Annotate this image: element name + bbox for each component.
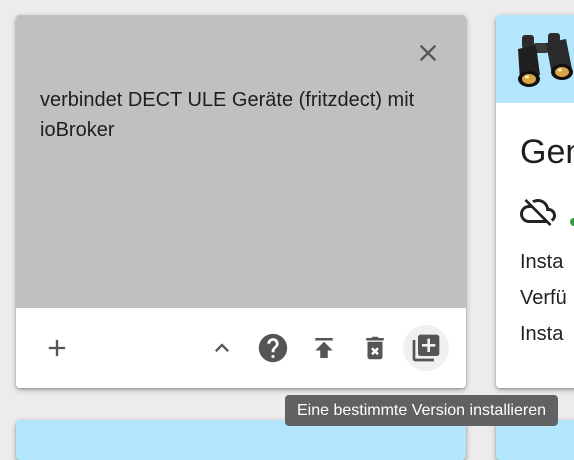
- info-line-available: Verfü: [520, 287, 567, 309]
- close-icon: [419, 44, 437, 62]
- chevron-up-icon: [215, 343, 229, 352]
- delete-icon: [366, 336, 384, 360]
- adapter-title: Gen: [520, 133, 574, 171]
- binoculars-icon: [518, 33, 573, 87]
- cloud-off-icon: [520, 199, 556, 226]
- add-icon: [48, 339, 66, 357]
- help-button[interactable]: [250, 325, 296, 371]
- info-line-installed: Insta: [520, 251, 564, 273]
- upload-icon: [315, 338, 333, 358]
- close-button[interactable]: [408, 35, 448, 71]
- adapter-card-right: Gen Insta Verfü Insta: [496, 15, 574, 388]
- adapter-description: verbindet DECT ULE Geräte (fritzdect) mi…: [40, 89, 415, 141]
- delete-button[interactable]: [352, 325, 398, 371]
- help-icon: [258, 333, 288, 363]
- install-version-button[interactable]: [403, 325, 449, 371]
- card-actions-toolbar: [16, 308, 466, 388]
- adapter-card: verbindet DECT ULE Geräte (fritzdect) mi…: [16, 15, 466, 388]
- description-panel: verbindet DECT ULE Geräte (fritzdect) mi…: [16, 15, 466, 308]
- add-instance-button[interactable]: [34, 325, 80, 371]
- adapter-image-header: [496, 15, 574, 103]
- collapse-button[interactable]: [199, 325, 245, 371]
- info-line-instances: Insta: [520, 323, 564, 345]
- upload-button[interactable]: [301, 325, 347, 371]
- adapter-card-below-left: [16, 420, 466, 460]
- install-version-tooltip: Eine bestimmte Version installieren: [285, 395, 559, 426]
- status-indicator: [570, 218, 574, 226]
- library-add-icon: [412, 334, 440, 362]
- adapter-card-below-right: [496, 420, 574, 460]
